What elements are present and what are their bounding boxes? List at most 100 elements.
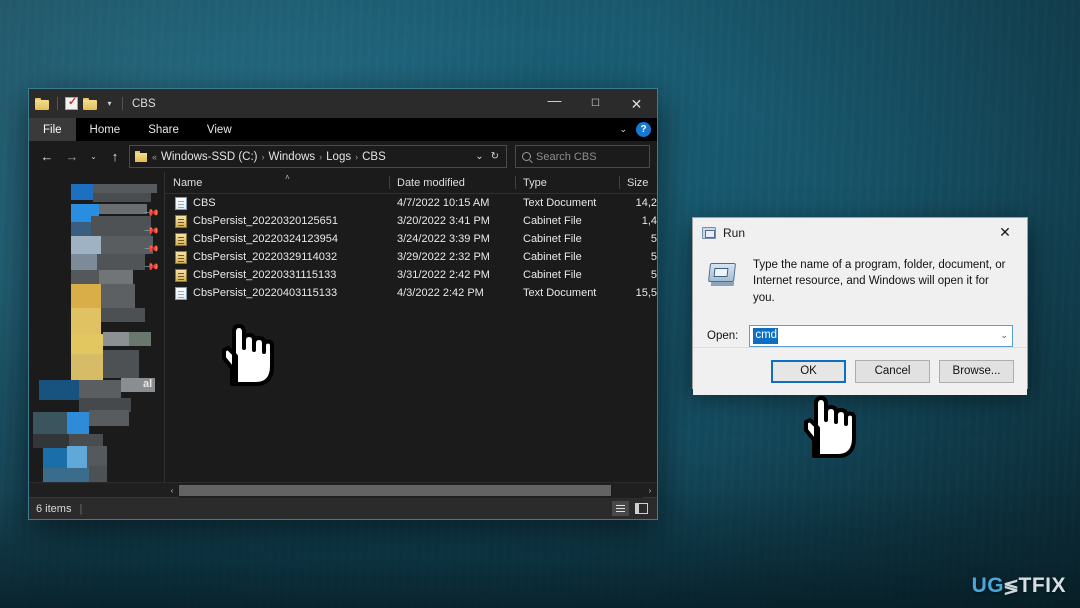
status-divider: | (79, 502, 83, 515)
breadcrumb-item-windows[interactable]: Windows (269, 151, 316, 163)
recent-locations-icon[interactable]: ⌄ (86, 146, 101, 168)
navigation-pane[interactable]: 📌 📌 📌 📌 al (29, 172, 165, 482)
chevron-down-icon[interactable]: ⌄ (619, 124, 627, 135)
table-row[interactable]: CbsPersist_20220329114032 3/29/2022 2:32… (165, 248, 657, 266)
censored-block (103, 332, 129, 346)
censored-block (71, 308, 101, 334)
file-name-cell[interactable]: CbsPersist_20220320125651 (165, 214, 389, 228)
breadcrumb-item-logs[interactable]: Logs (326, 151, 351, 163)
quick-access-toolbar[interactable]: ▾ (29, 95, 125, 110)
qat-divider (57, 97, 58, 110)
censored-block (39, 380, 79, 400)
file-name-cell[interactable]: CbsPersist_20220329114032 (165, 250, 389, 264)
table-row[interactable]: CbsPersist_20220331115133 3/31/2022 2:42… (165, 266, 657, 284)
view-mode-buttons[interactable] (612, 501, 650, 516)
file-type-cell: Text Document (523, 197, 597, 209)
up-button[interactable]: ↑ (104, 146, 126, 168)
explorer-title-bar[interactable]: ▾ CBS — ☐ ✕ (29, 89, 657, 118)
maximize-button[interactable]: ☐ (575, 89, 616, 118)
file-explorer-window[interactable]: ▾ CBS — ☐ ✕ File Home Share View ⌄ ? ← →… (28, 88, 658, 520)
run-dialog-title: Run (723, 225, 746, 240)
column-header-name[interactable]: Name ˄ (165, 172, 389, 193)
window-controls[interactable]: — ☐ ✕ (534, 89, 657, 118)
tab-home[interactable]: Home (76, 118, 135, 141)
breadcrumb-sep-2[interactable]: › (318, 152, 323, 162)
file-type-cell: Cabinet File (523, 269, 582, 281)
search-placeholder: Search CBS (536, 150, 597, 163)
table-row[interactable]: CBS 4/7/2022 10:15 AM Text Document 14,2 (165, 194, 657, 212)
run-dialog-header: Type the name of a program, folder, docu… (707, 255, 1013, 306)
censored-block (93, 184, 157, 193)
tab-share[interactable]: Share (134, 118, 193, 141)
address-dropdown-icon[interactable]: ⌄ (475, 151, 483, 162)
customize-caret-icon[interactable]: ▾ (104, 99, 115, 108)
table-row[interactable]: CbsPersist_20220320125651 3/20/2022 3:41… (165, 212, 657, 230)
search-icon (522, 152, 531, 161)
close-button[interactable]: ✕ (616, 89, 657, 118)
file-name-cell[interactable]: CbsPersist_20220324123954 (165, 232, 389, 246)
scrollbar-track[interactable] (179, 482, 643, 498)
censored-block (43, 448, 67, 468)
censored-block (71, 354, 103, 380)
file-type-cell: Text Document (523, 287, 597, 299)
run-close-button[interactable]: ✕ (983, 218, 1027, 247)
scroll-left-icon[interactable]: ‹ (165, 486, 179, 495)
breadcrumb-item-drive[interactable]: Windows-SSD (C:) (161, 151, 257, 163)
address-tail-controls[interactable]: ⌄ ↻ (475, 151, 502, 162)
open-input-value[interactable]: cmd (753, 328, 779, 344)
file-name-cell[interactable]: CbsPersist_20220403115133 (165, 286, 389, 300)
refresh-icon[interactable]: ↻ (491, 151, 499, 162)
hand-cursor-ok-button (798, 376, 866, 458)
details-view-icon[interactable] (612, 501, 629, 516)
file-name-cell[interactable]: CBS (165, 196, 389, 210)
back-button[interactable]: ← (36, 146, 58, 168)
minimize-button[interactable]: — (534, 85, 575, 114)
horizontal-scrollbar[interactable]: ‹ › (29, 482, 657, 498)
qat-divider-2 (122, 97, 123, 110)
breadcrumb-sep-1[interactable]: › (261, 152, 266, 162)
breadcrumb-item-cbs[interactable]: CBS (362, 151, 386, 163)
censored-block (101, 308, 145, 322)
file-name-cell[interactable]: CbsPersist_20220331115133 (165, 268, 389, 282)
help-icon[interactable]: ? (636, 122, 651, 137)
tab-file[interactable]: File (29, 118, 76, 141)
run-dialog[interactable]: Run ✕ Type the name of a program, folder… (692, 217, 1028, 395)
table-row[interactable]: CbsPersist_20220403115133 4/3/2022 2:42 … (165, 284, 657, 302)
column-header-date[interactable]: Date modified (389, 172, 515, 193)
forward-button[interactable]: → (61, 146, 83, 168)
censored-block (99, 270, 133, 284)
file-date-cell: 3/31/2022 2:42 PM (397, 269, 490, 281)
column-header-row[interactable]: Name ˄ Date modified Type Size (165, 172, 657, 194)
file-date-cell: 3/29/2022 2:32 PM (397, 251, 490, 263)
run-dialog-title-bar[interactable]: Run ✕ (693, 218, 1027, 247)
properties-icon[interactable] (65, 95, 78, 110)
new-folder-icon[interactable] (83, 97, 98, 110)
ribbon-tab-bar[interactable]: File Home Share View ⌄ ? (29, 118, 657, 141)
tiles-view-icon[interactable] (633, 501, 650, 516)
run-icon (702, 226, 716, 239)
file-name-label: CbsPersist_20220331115133 (193, 269, 337, 281)
folder-icon[interactable] (35, 97, 50, 110)
censored-block (71, 254, 97, 270)
scroll-right-icon[interactable]: › (643, 486, 657, 495)
file-name-label: CbsPersist_20220403115133 (193, 287, 338, 299)
cabinet-file-icon (175, 214, 187, 228)
cancel-button[interactable]: Cancel (855, 359, 930, 383)
search-input[interactable]: Search CBS (515, 145, 650, 168)
open-combobox[interactable]: cmd ⌄ (749, 324, 1013, 347)
address-bar-row[interactable]: ← → ⌄ ↑ « Windows-SSD (C:) › Windows › L… (29, 141, 657, 172)
breadcrumb-sep-3[interactable]: › (354, 152, 359, 162)
cabinet-file-icon (175, 268, 187, 282)
column-header-size[interactable]: Size (619, 172, 657, 193)
chevron-down-icon[interactable]: ⌄ (1000, 326, 1008, 346)
breadcrumb-root-chevron[interactable]: « (151, 152, 158, 162)
table-row[interactable]: CbsPersist_20220324123954 3/24/2022 3:39… (165, 230, 657, 248)
scrollbar-thumb[interactable] (179, 484, 611, 496)
tab-view[interactable]: View (193, 118, 246, 141)
address-breadcrumb-box[interactable]: « Windows-SSD (C:) › Windows › Logs › CB… (129, 145, 507, 168)
column-header-type[interactable]: Type (515, 172, 619, 193)
browse-button[interactable]: Browse... (939, 359, 1014, 383)
run-open-row[interactable]: Open: cmd ⌄ (707, 324, 1013, 347)
ribbon-right-controls[interactable]: ⌄ ? (619, 118, 651, 141)
file-size-cell: 5 (650, 233, 657, 245)
